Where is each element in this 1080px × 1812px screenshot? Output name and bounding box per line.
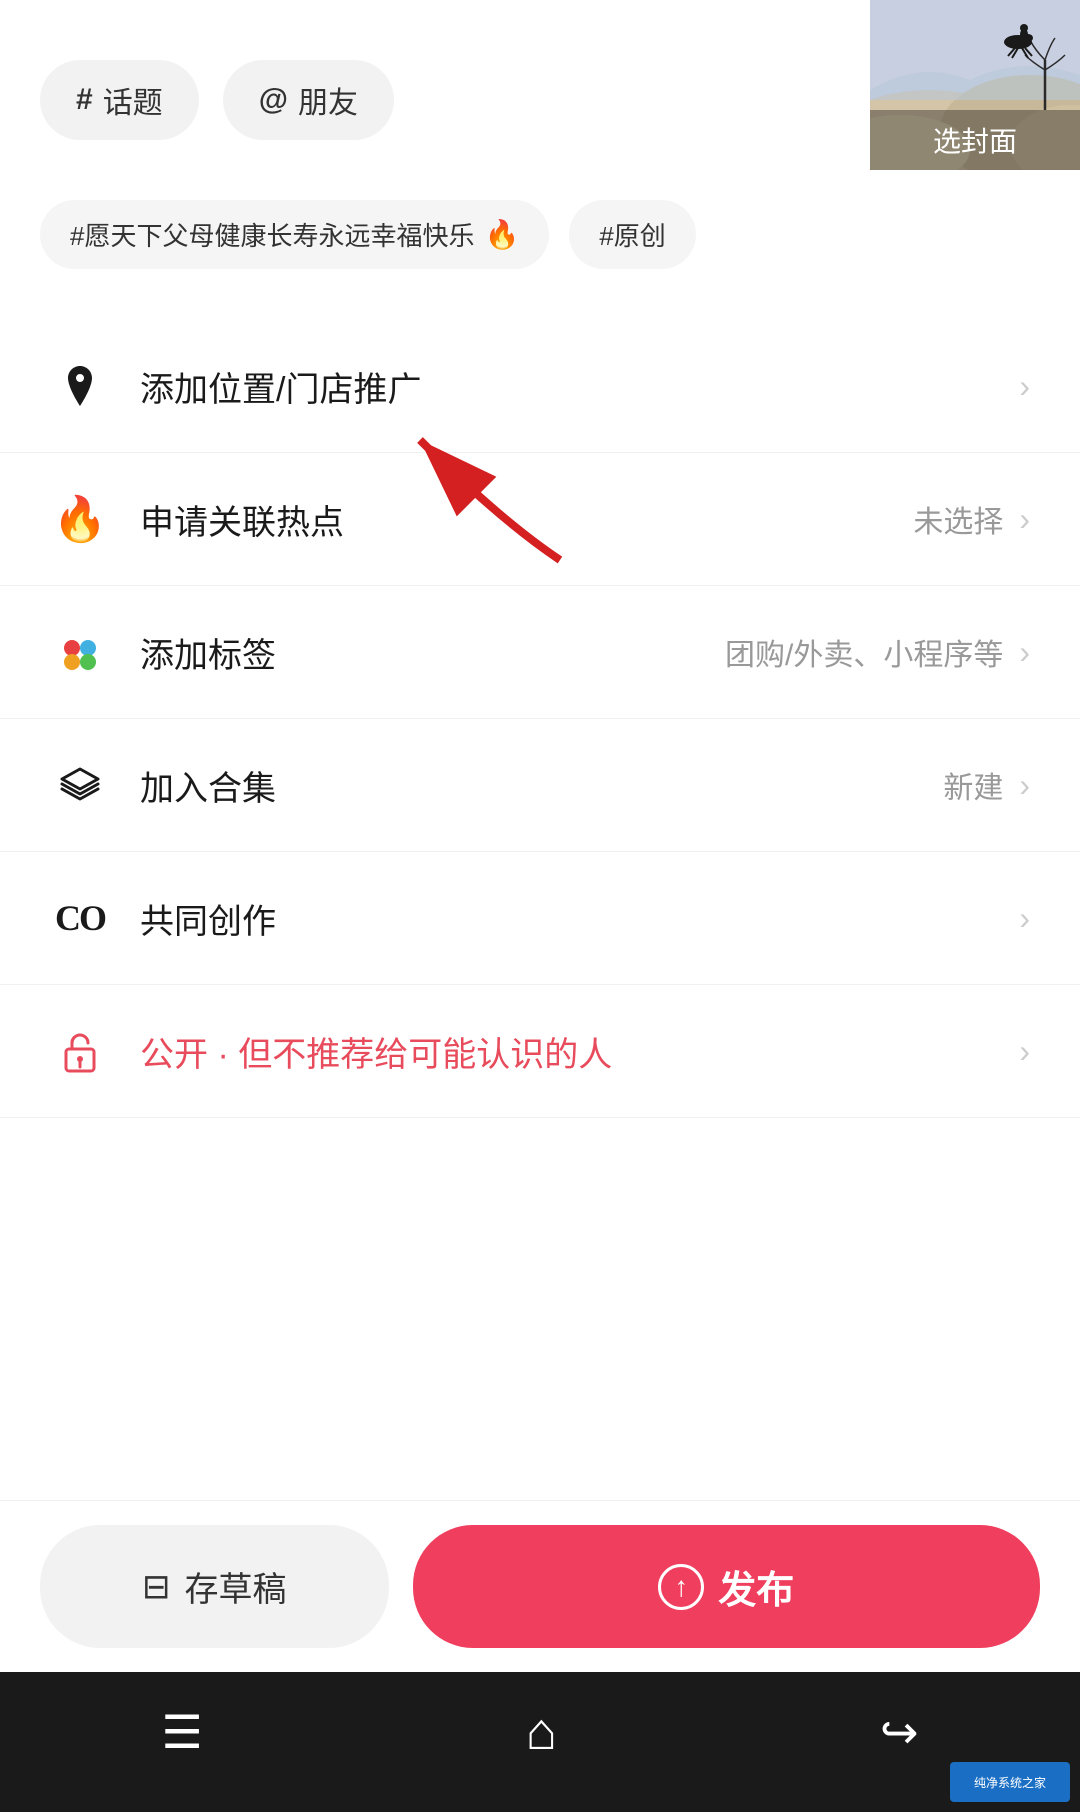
upload-icon: ↑ (658, 1564, 704, 1610)
cover-overlay: 选封面 (870, 110, 1080, 170)
tags-arrow: › (1019, 634, 1030, 671)
menu-item-collection[interactable]: 加入合集 新建 › (0, 719, 1080, 852)
nav-menu-icon[interactable]: ☰ (161, 1705, 202, 1759)
collab-label: 共同创作 (140, 894, 1019, 943)
hashtag-text-1: #原创 (599, 216, 665, 253)
hash-icon: # (76, 83, 93, 117)
draft-icon: ⊟ (142, 1567, 171, 1607)
tags-label: 添加标签 (140, 628, 725, 677)
lock-icon (50, 1021, 110, 1081)
location-label: 添加位置/门店推广 (140, 362, 1019, 411)
tags-row: # 话题 @ 朋友 (40, 60, 394, 140)
menu-item-collab[interactable]: CO 共同创作 › (0, 852, 1080, 985)
privacy-arrow: › (1019, 1033, 1030, 1070)
draft-label: 存草稿 (185, 1562, 287, 1611)
at-icon: @ (259, 83, 288, 117)
collection-label: 加入合集 (140, 761, 943, 810)
privacy-label: 公开 · 但不推荐给可能认识的人 (140, 1027, 1019, 1076)
navigation-bar: ☰ ⌂ ↩ (0, 1672, 1080, 1812)
collab-arrow: › (1019, 900, 1030, 937)
collection-arrow: › (1019, 767, 1030, 804)
watermark: 纯净系统之家 (950, 1762, 1070, 1802)
hashtag-item-1[interactable]: #原创 (569, 200, 695, 269)
draft-button[interactable]: ⊟ 存草稿 (40, 1525, 389, 1648)
menu-item-location[interactable]: 添加位置/门店推广 › (0, 320, 1080, 453)
bottom-action-bar: ⊟ 存草稿 ↑ 发布 (0, 1500, 1080, 1672)
menu-item-tags[interactable]: 添加标签 团购/外卖、小程序等 › (0, 586, 1080, 719)
hotspot-label: 申请关联热点 (140, 495, 913, 544)
menu-item-hotspot[interactable]: 🔥 申请关联热点 未选择 › (0, 453, 1080, 586)
hotspot-value: 未选择 (913, 497, 1003, 541)
hashtag-text-0: #愿天下父母健康长寿永远幸福快乐 (70, 216, 474, 253)
collection-value: 新建 (943, 763, 1003, 807)
layers-icon (50, 755, 110, 815)
cover-image[interactable]: 选封面 (870, 0, 1080, 170)
cover-label: 选封面 (933, 126, 1017, 157)
publish-button[interactable]: ↑ 发布 (413, 1525, 1040, 1648)
friend-label: 朋友 (298, 78, 358, 122)
hotspot-arrow: › (1019, 501, 1030, 538)
co-icon: CO (50, 888, 110, 948)
publish-label: 发布 (718, 1559, 794, 1614)
menu-list: 添加位置/门店推广 › 🔥 申请关联热点 未选择 › 添加标签 团购/外卖、小程… (0, 320, 1080, 1118)
friend-tag[interactable]: @ 朋友 (223, 60, 394, 140)
nav-home-icon[interactable]: ⌂ (526, 1702, 557, 1762)
location-icon (50, 356, 110, 416)
location-arrow: › (1019, 368, 1030, 405)
nav-back-icon[interactable]: ↩ (880, 1705, 919, 1759)
hashtag-item-0[interactable]: #愿天下父母健康长寿永远幸福快乐 🔥 (40, 200, 549, 269)
topic-label: 话题 (103, 78, 163, 122)
hashtag-suggestions: #愿天下父母健康长寿永远幸福快乐 🔥 #原创 (0, 200, 1080, 269)
menu-item-privacy[interactable]: 公开 · 但不推荐给可能认识的人 › (0, 985, 1080, 1118)
dots-icon (50, 622, 110, 682)
tags-value: 团购/外卖、小程序等 (725, 630, 1003, 674)
fire-icon-0: 🔥 (484, 218, 519, 251)
topic-tag[interactable]: # 话题 (40, 60, 199, 140)
fire-menu-icon: 🔥 (50, 489, 110, 549)
